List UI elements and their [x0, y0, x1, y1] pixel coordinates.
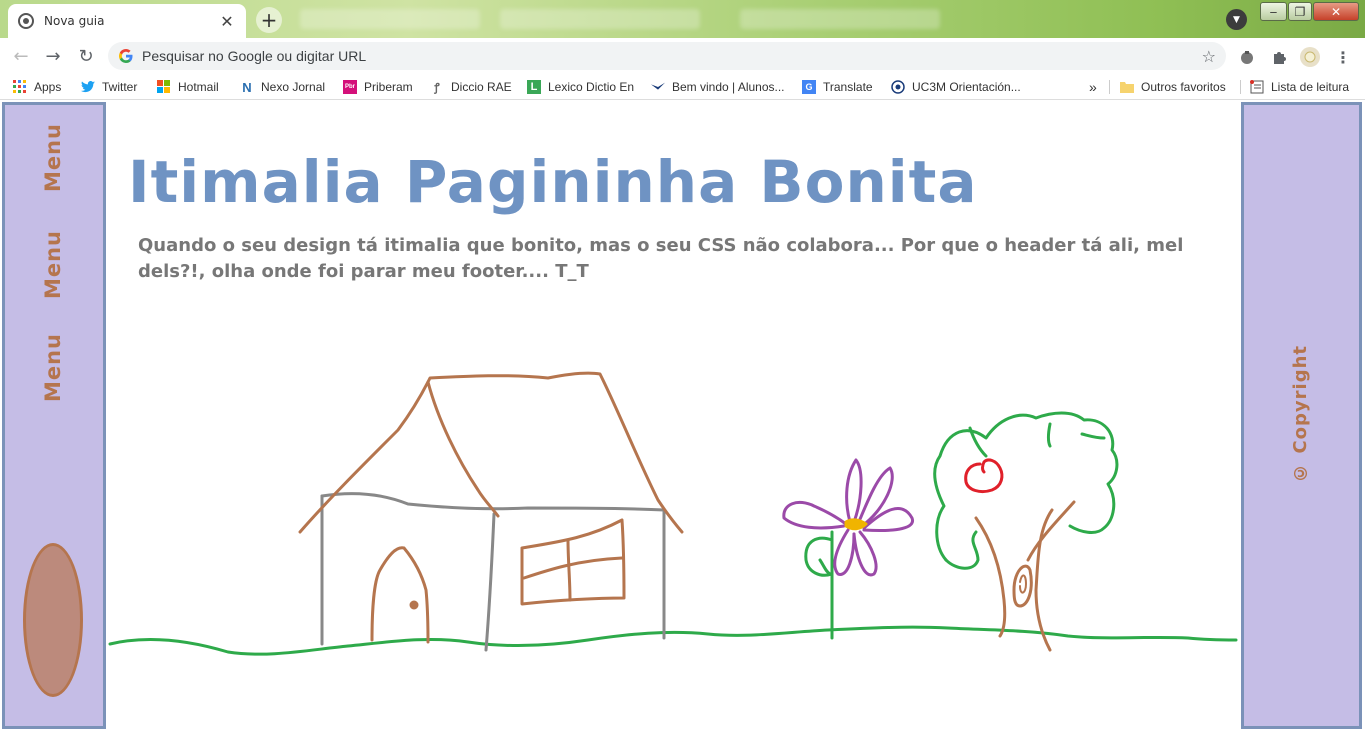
- browser-titlebar: Nova guia ✕ + ▼ ‒ ❐ ✕: [0, 0, 1365, 38]
- bookmark-label: Translate: [823, 80, 873, 94]
- star-icon[interactable]: ☆: [1202, 47, 1216, 66]
- flower-center: [844, 518, 868, 531]
- sidebar-menu: Menu Menu Menu: [2, 102, 106, 729]
- bookmark-label: UC3M Orientación...: [912, 80, 1021, 94]
- lexico-icon: L: [527, 80, 541, 94]
- bookmark-label: Lexico Dictio En: [548, 80, 635, 94]
- bookmark-nexo[interactable]: N Nexo Jornal: [240, 79, 325, 95]
- background-tab[interactable]: [300, 9, 480, 29]
- house-flower-tree-drawing: [108, 371, 1238, 656]
- bookmark-label: Hotmail: [178, 80, 219, 94]
- flower-leaf: [804, 536, 834, 577]
- reload-icon[interactable]: ↻: [73, 44, 99, 68]
- bookmark-label: Nexo Jornal: [261, 80, 326, 94]
- grass-line: [108, 625, 1238, 656]
- google-icon: [118, 48, 134, 64]
- address-input[interactable]: Pesquisar no Google ou digitar URL: [142, 48, 1202, 64]
- new-tab-button[interactable]: +: [256, 7, 282, 33]
- menu-link[interactable]: Menu: [41, 123, 65, 192]
- chrome-icon: [18, 13, 34, 29]
- tree-knot: [1012, 564, 1033, 608]
- uc3m-icon: [891, 80, 905, 94]
- rae-icon: ꝭ: [434, 81, 440, 94]
- menu-link[interactable]: Menu: [41, 333, 65, 402]
- reading-list-label: Lista de leitura: [1271, 80, 1350, 94]
- bookmark-priberam[interactable]: Pbr Priberam: [343, 79, 413, 95]
- bookmarks-bar: Apps Twitter Hotmail N Nexo Jornal Pbr P…: [0, 74, 1365, 100]
- bookmark-twitter[interactable]: Twitter: [81, 79, 137, 95]
- copyright-text: © Copyright: [1290, 345, 1311, 483]
- address-bar[interactable]: Pesquisar no Google ou digitar URL ☆: [108, 42, 1226, 70]
- bookmark-label: Diccio RAE: [451, 80, 512, 94]
- house-door: [370, 546, 430, 644]
- bookmark-label: Apps: [34, 80, 62, 94]
- flower-leaf: [818, 558, 832, 576]
- tree-knot: [1019, 574, 1027, 594]
- bookmark-rae[interactable]: ꝭ Diccio RAE: [430, 79, 512, 95]
- bookmark-apps[interactable]: Apps: [13, 79, 61, 95]
- flower-petal: [833, 528, 856, 576]
- maximize-button[interactable]: ❐: [1288, 2, 1312, 21]
- bookmarks-divider: [1109, 80, 1110, 94]
- tree-crown: [944, 530, 980, 570]
- bookmark-lexico[interactable]: L Lexico Dictio En: [527, 79, 634, 95]
- nexo-icon: N: [242, 79, 252, 95]
- tab-close-icon[interactable]: ✕: [218, 12, 236, 31]
- puzzle-icon[interactable]: [1269, 47, 1289, 67]
- minimize-button[interactable]: ‒: [1260, 2, 1287, 21]
- flower-petal: [782, 501, 848, 530]
- apps-grid-icon: [13, 80, 27, 94]
- page-subtitle: Quando o seu design tá itimalia que boni…: [138, 235, 1184, 282]
- twitter-icon: [81, 80, 95, 94]
- house-roof: [426, 380, 500, 518]
- priberam-icon: Pbr: [343, 80, 357, 94]
- menu-kebab-icon[interactable]: ⋮: [1333, 47, 1353, 67]
- sidebar-copyright: © Copyright: [1241, 102, 1362, 729]
- house-wall: [484, 512, 496, 652]
- bookmark-translate[interactable]: G Translate: [802, 79, 873, 95]
- flower-petal: [845, 458, 863, 524]
- other-favorites-folder[interactable]: Outros favoritos: [1120, 79, 1226, 95]
- reading-list-icon: [1250, 80, 1264, 94]
- tab-title: Nova guia: [44, 14, 105, 28]
- close-window-button[interactable]: ✕: [1313, 2, 1359, 21]
- bookmark-label: Priberam: [364, 80, 413, 94]
- page-title: Itimalia Pagininha Bonita: [128, 148, 978, 216]
- tab-search-icon[interactable]: ▼: [1226, 9, 1247, 30]
- bookmarks-overflow-button[interactable]: »: [1089, 79, 1097, 95]
- browser-toolbar: ← → ↻ Pesquisar no Google ou digitar URL…: [0, 38, 1365, 74]
- tree-trunk: [974, 516, 1007, 638]
- folder-icon: [1120, 80, 1134, 94]
- back-icon[interactable]: ←: [8, 44, 34, 68]
- tree-crown: [1047, 422, 1052, 448]
- house-window: [520, 518, 626, 606]
- other-favorites-label: Outros favoritos: [1141, 80, 1226, 94]
- active-tab[interactable]: Nova guia ✕: [8, 4, 246, 38]
- bookmark-label: Twitter: [102, 80, 138, 94]
- menu-oval-decoration: [23, 543, 83, 697]
- house-window: [566, 538, 572, 602]
- forward-icon[interactable]: →: [40, 44, 66, 68]
- translate-icon: G: [802, 80, 816, 94]
- background-tab[interactable]: [740, 9, 940, 29]
- extension-icon[interactable]: [1237, 47, 1257, 67]
- profile-icon[interactable]: [1300, 47, 1320, 67]
- bookmark-label: Bem vindo | Alunos...: [672, 80, 785, 94]
- bookmark-hotmail[interactable]: Hotmail: [157, 79, 219, 95]
- bookmark-uc3m[interactable]: UC3M Orientación...: [891, 79, 1021, 95]
- alunos-icon: [651, 80, 665, 94]
- flower-petal: [852, 530, 878, 577]
- reading-list-button[interactable]: Lista de leitura: [1250, 79, 1349, 95]
- apple: [964, 458, 1004, 494]
- bookmarks-divider: [1240, 80, 1241, 94]
- bookmark-alunos[interactable]: Bem vindo | Alunos...: [651, 79, 785, 95]
- menu-link[interactable]: Menu: [41, 230, 65, 299]
- microsoft-icon: [157, 80, 171, 94]
- tree-crown: [1080, 432, 1106, 440]
- house-window: [522, 556, 624, 580]
- web-page: Menu Menu Menu Itimalia Pagininha Bonita…: [0, 100, 1365, 731]
- door-knob: [409, 600, 419, 610]
- background-tab[interactable]: [500, 9, 700, 29]
